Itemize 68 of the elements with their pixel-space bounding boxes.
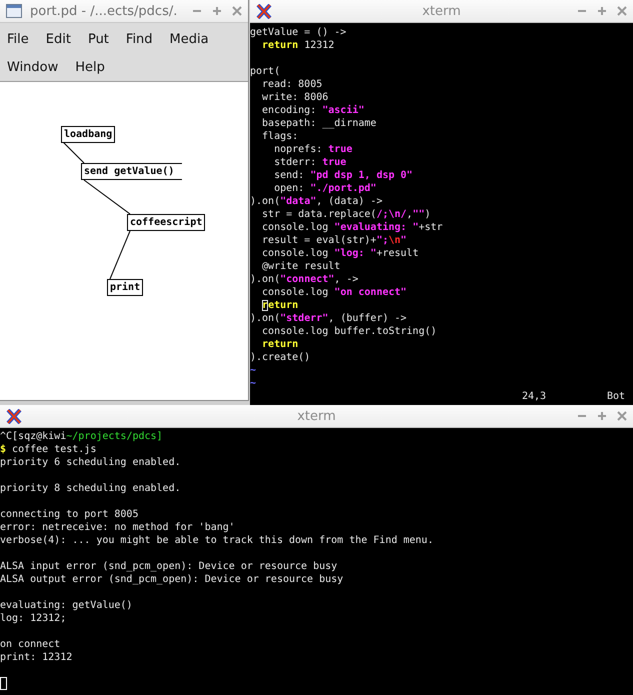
terminal-line: log: 12312; <box>0 612 68 625</box>
code-line: str = data.replace(/;\n/,"") <box>261 208 432 221</box>
object-box[interactable]: print <box>107 279 144 296</box>
terminal-line: evaluating: getValue() <box>0 599 134 612</box>
code-line: encoding: "ascii" <box>261 104 366 117</box>
close-icon[interactable] <box>617 6 627 16</box>
code-line: port( <box>250 65 282 78</box>
terminal-line: ^C[sqz@kiwi~/projects/pdcs] <box>0 430 164 443</box>
patch-cord <box>62 142 84 164</box>
patch-cord <box>84 180 130 214</box>
close-icon[interactable] <box>617 411 627 421</box>
code-line: return 12312 <box>261 39 336 52</box>
code-line: write: 8006 <box>261 91 330 104</box>
menu-item[interactable]: Find <box>126 32 153 46</box>
terminal-line: connecting to port 8005 <box>0 508 140 521</box>
code-line: console.log "on connect" <box>261 286 408 299</box>
close-icon[interactable] <box>232 6 242 16</box>
maximize-icon[interactable] <box>212 6 222 16</box>
code-line: ).on("connect", -> <box>250 273 360 286</box>
terminal-line: $ coffee test.js <box>0 443 98 456</box>
code-line: noprefs: true <box>273 143 354 156</box>
code-line: @write result <box>261 260 342 273</box>
code-line: console.log "evaluating: "+str <box>261 221 444 234</box>
menu-item[interactable]: Window <box>7 60 58 74</box>
code-line: result = eval(str)+";\n" <box>261 234 408 247</box>
code-line: stderr: true <box>273 156 348 169</box>
code-line: console.log buffer.toString() <box>261 325 438 338</box>
menu-item[interactable]: Put <box>88 32 109 46</box>
window-title: port.pd - /...ects/pdcs/. <box>30 4 178 18</box>
code-line: getValue = () -> <box>250 26 348 39</box>
code-line: open: "./port.pd" <box>273 182 378 195</box>
object-box[interactable]: loadbang <box>61 126 116 143</box>
x-logo-icon <box>6 408 22 424</box>
menu-item[interactable]: Media <box>170 32 209 46</box>
window-icon <box>6 4 22 18</box>
patch-cord <box>110 230 130 280</box>
code-line: flags: <box>261 130 300 143</box>
empty-line-marker: ~ <box>250 364 258 377</box>
code-line: basepath: __dirname <box>261 117 378 130</box>
terminal-line: print: 12312 <box>0 651 74 664</box>
code-line: ).on("data", (data) -> <box>250 195 384 208</box>
message-box[interactable]: send getValue() <box>81 163 182 180</box>
code-line: ).on("stderr", (buffer) -> <box>250 312 408 325</box>
terminal-line: priority 6 scheduling enabled. <box>0 456 182 469</box>
cursor-position: 24,3 <box>522 390 546 403</box>
terminal-line: verbose(4): ... you might be able to track this down from the Find menu. <box>0 534 434 547</box>
terminal-line: ALSA output error (snd_pcm_open): Device or resource busy <box>0 573 344 586</box>
empty-line-marker: ~ <box>250 377 258 390</box>
code-line: read: 8005 <box>261 78 324 91</box>
code-line: send: "pd dsp 1, dsp 0" <box>273 169 414 182</box>
menu-item[interactable]: Edit <box>46 32 71 46</box>
terminal-line: priority 8 scheduling enabled. <box>0 482 182 495</box>
terminal-line: on connect <box>0 638 62 651</box>
window-title: xterm <box>422 4 461 18</box>
menu-item[interactable]: Help <box>75 60 105 74</box>
maximize-icon[interactable] <box>597 411 607 421</box>
code-line: console.log "log: "+result <box>261 247 420 260</box>
code-line: return <box>261 338 300 351</box>
cursor-icon <box>0 677 7 690</box>
scroll-position: Bot <box>606 390 625 403</box>
code-line: ).create() <box>250 351 312 364</box>
terminal-line: ALSA input error (snd_pcm_open): Device or resource busy <box>0 560 338 573</box>
terminal-line: error: netreceive: no method for 'bang' <box>0 521 236 534</box>
maximize-icon[interactable] <box>597 6 607 16</box>
object-box[interactable]: coffeescript <box>127 214 206 231</box>
window-title: xterm <box>297 408 336 424</box>
menu-item[interactable]: File <box>7 32 29 46</box>
x-logo-icon <box>256 4 272 18</box>
